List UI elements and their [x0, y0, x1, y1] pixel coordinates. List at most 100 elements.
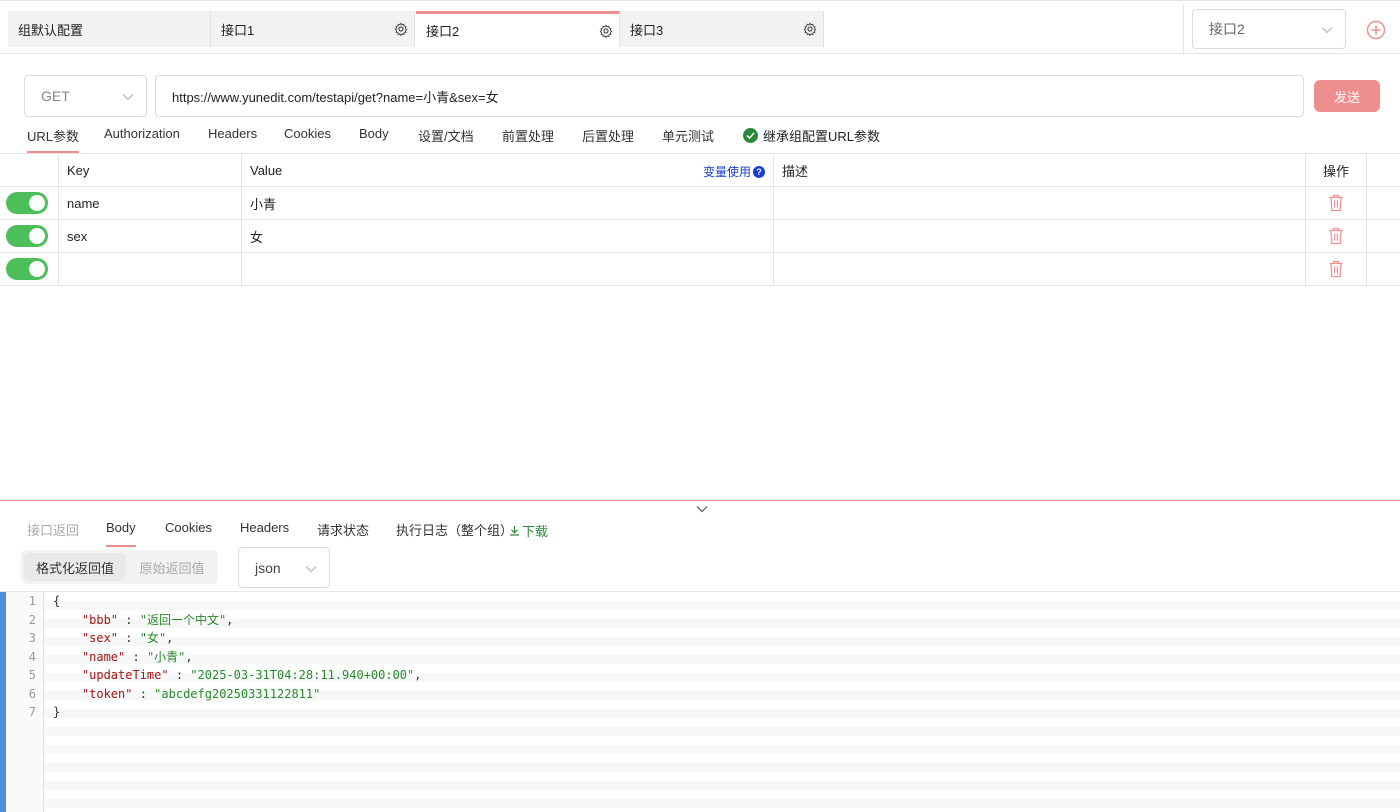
header-value: Value 变量使用 ? — [242, 154, 774, 186]
check-icon — [743, 128, 758, 143]
inherit-url-params-checkbox[interactable]: 继承组配置URL参数 — [743, 126, 880, 145]
tab-api-2[interactable]: 接口2 — [416, 11, 620, 47]
trash-icon[interactable] — [1328, 260, 1344, 278]
json-key: "bbb" — [81, 612, 119, 627]
tab-response-body[interactable]: Body — [106, 520, 136, 547]
tab-request-status[interactable]: 请求状态 — [317, 520, 369, 547]
tab-label: 组默认配置 — [18, 22, 84, 38]
api-select[interactable]: 接口2 — [1192, 9, 1346, 49]
param-key-input[interactable]: name — [59, 187, 242, 219]
add-tab-icon[interactable] — [1366, 20, 1386, 40]
tab-pre-process[interactable]: 前置处理 — [502, 126, 554, 152]
tab-api-response[interactable]: 接口返回 — [27, 520, 79, 547]
gear-icon[interactable] — [803, 22, 817, 36]
enable-toggle[interactable] — [6, 225, 48, 247]
param-desc-input[interactable] — [774, 187, 1306, 219]
gear-icon[interactable] — [599, 23, 613, 38]
line-number: 2 — [28, 612, 36, 627]
method-select[interactable]: GET — [24, 75, 147, 117]
param-key-input[interactable]: sex — [59, 220, 242, 252]
toggle-cell — [0, 253, 59, 285]
tab-url-params[interactable]: URL参数 — [27, 126, 80, 153]
header-desc: 描述 — [774, 154, 1306, 186]
json-key: "sex" — [81, 631, 119, 645]
gear-icon[interactable] — [394, 22, 408, 36]
code-line: "token" : "abcdefg20250331122811" — [81, 686, 321, 701]
response-code-viewer[interactable]: 1 2 3 4 5 6 7 { "bbb" : "返回一个中文", "sex" … — [0, 591, 1400, 812]
toggle-knob — [29, 261, 45, 277]
action-cell — [1306, 253, 1367, 285]
json-key: "updateTime" — [81, 668, 169, 682]
collapse-chevron-icon[interactable] — [696, 505, 708, 513]
json-value: "abcdefg20250331122811" — [154, 686, 321, 701]
tab-body[interactable]: Body — [359, 126, 389, 152]
api-select-value: 接口2 — [1209, 21, 1245, 37]
tab-response-headers[interactable]: Headers — [240, 520, 289, 547]
line-number: 6 — [28, 686, 36, 701]
enable-toggle[interactable] — [6, 258, 48, 280]
formatted-view-button[interactable]: 格式化返回值 — [24, 553, 126, 581]
table-row: sex 女 — [0, 220, 1400, 253]
trash-icon[interactable] — [1328, 227, 1344, 245]
panel-splitter[interactable] — [0, 500, 1400, 501]
table-row: name 小青 — [0, 187, 1400, 220]
raw-view-button[interactable]: 原始返回值 — [129, 553, 215, 581]
code-line: "name" : "小青", — [81, 649, 193, 664]
tab-api-1[interactable]: 接口1 — [211, 11, 415, 47]
tab-api-3[interactable]: 接口3 — [620, 11, 824, 47]
header-key: Key — [59, 154, 242, 186]
json-comma: , — [226, 612, 234, 627]
param-desc-input[interactable] — [774, 253, 1306, 285]
variable-usage-link[interactable]: 变量使用 ? — [703, 163, 765, 180]
tab-unit-test[interactable]: 单元测试 — [662, 126, 714, 152]
toggle-knob — [29, 195, 45, 211]
url-value: https://www.yunedit.com/testapi/get?name… — [172, 89, 499, 105]
tab-cookies[interactable]: Cookies — [284, 126, 331, 152]
action-cell — [1306, 187, 1367, 219]
param-value-input[interactable]: 小青 — [242, 187, 774, 219]
tab-settings-docs[interactable]: 设置/文档 — [418, 126, 474, 152]
tab-group-default-config[interactable]: 组默认配置 — [8, 11, 211, 47]
header-toggle — [0, 154, 59, 186]
json-comma: , — [166, 631, 174, 645]
json-value: "2025-03-31T04:28:11.940+00:00" — [190, 668, 415, 682]
params-table: Key Value 变量使用 ? 描述 操作 name 小青 sex 女 — [0, 153, 1400, 286]
top-tab-bar: 组默认配置 接口1 接口2 接口3 接口2 — [0, 0, 1400, 55]
enable-toggle[interactable] — [6, 192, 48, 214]
header-value-label: Value — [250, 162, 283, 178]
json-value: "返回一个中文" — [139, 612, 227, 627]
table-header-row: Key Value 变量使用 ? 描述 操作 — [0, 154, 1400, 187]
send-button[interactable]: 发送 — [1314, 80, 1380, 112]
table-row — [0, 253, 1400, 286]
tab-label: 接口2 — [426, 24, 460, 39]
download-link[interactable]: 下载 — [509, 521, 548, 540]
line-number: 7 — [28, 705, 36, 719]
code-line: { — [53, 592, 60, 611]
tab-post-process[interactable]: 后置处理 — [582, 126, 634, 152]
tab-headers[interactable]: Headers — [208, 126, 257, 152]
param-value-input[interactable] — [242, 253, 774, 285]
tab-execution-log[interactable]: 执行日志（整个组） — [396, 520, 513, 547]
tab-label: 接口3 — [630, 22, 664, 38]
url-input[interactable]: https://www.yunedit.com/testapi/get?name… — [155, 75, 1304, 117]
line-number: 1 — [28, 594, 36, 608]
line-number: 3 — [28, 631, 36, 645]
tab-label: 接口1 — [221, 22, 255, 38]
param-value-input[interactable]: 女 — [242, 220, 774, 252]
format-select[interactable]: json — [238, 547, 330, 588]
param-desc-input[interactable] — [774, 220, 1306, 252]
line-number: 4 — [28, 649, 36, 664]
json-comma: , — [414, 668, 422, 682]
json-key: "token" — [81, 686, 133, 701]
question-icon: ? — [753, 165, 765, 178]
open-brace: { — [53, 594, 61, 608]
code-line: "updateTime" : "2025-03-31T04:28:11.940+… — [81, 668, 422, 682]
close-brace: } — [53, 705, 61, 719]
code-line: "bbb" : "返回一个中文", — [81, 612, 234, 627]
trash-icon[interactable] — [1328, 194, 1344, 212]
tab-authorization[interactable]: Authorization — [104, 126, 180, 152]
json-comma: , — [185, 649, 193, 664]
download-label: 下载 — [522, 524, 549, 539]
tab-response-cookies[interactable]: Cookies — [165, 520, 212, 547]
param-key-input[interactable] — [59, 253, 242, 285]
